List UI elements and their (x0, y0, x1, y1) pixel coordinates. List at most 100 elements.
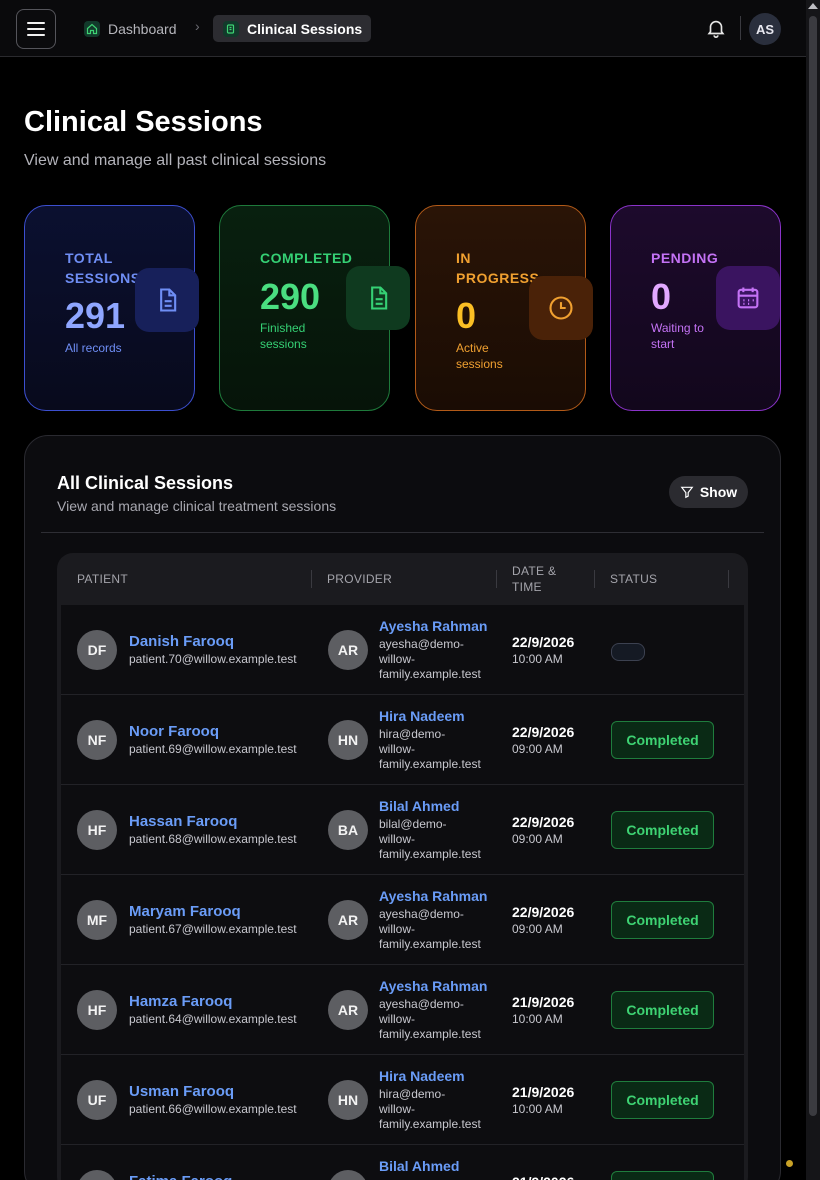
provider-avatar: HN (328, 720, 368, 760)
patient-avatar: FF (77, 1170, 117, 1180)
menu-button[interactable] (16, 9, 56, 49)
breadcrumb-dashboard-label: Dashboard (108, 20, 177, 37)
user-avatar[interactable]: AS (749, 13, 781, 45)
header-status[interactable]: STATUS (610, 553, 657, 605)
header-provider[interactable]: PROVIDER (327, 553, 392, 605)
stat-label: PENDING (651, 250, 719, 266)
stat-card-total[interactable]: TOTAL SESSIONS 291 All records (24, 205, 199, 411)
scrollbar-thumb[interactable] (809, 16, 817, 1116)
session-date: 21/9/2026 (512, 994, 575, 1010)
divider (41, 532, 764, 533)
stat-desc: Waiting to start (651, 321, 704, 351)
stat-label: TOTAL SESSIONS (65, 250, 141, 286)
patient-name-link[interactable]: Hamza Farooq (129, 993, 232, 1010)
session-time: 09:00 AM (512, 922, 563, 936)
home-icon (84, 20, 100, 37)
table-row[interactable]: HF Hassan Farooq patient.68@willow.examp… (61, 785, 744, 875)
breadcrumb-current[interactable]: Clinical Sessions (213, 15, 372, 42)
status-badge-empty[interactable] (611, 643, 645, 661)
scroll-up-arrow-icon[interactable] (808, 3, 818, 9)
stat-desc: Finished sessions (260, 321, 307, 351)
patient-avatar: NF (77, 720, 117, 760)
stat-card-pending[interactable]: PENDING 0 Waiting to start (610, 205, 781, 411)
provider-name-link[interactable]: Bilal Ahmed (379, 1158, 459, 1174)
provider-avatar: AR (328, 900, 368, 940)
menu-icon-line (27, 28, 45, 30)
table-row[interactable]: NF Noor Farooq patient.69@willow.example… (61, 695, 744, 785)
patient-email: patient.69@willow.example.test (129, 742, 297, 756)
session-date: 22/9/2026 (512, 724, 575, 740)
clock-icon (529, 276, 593, 340)
patient-avatar: HF (77, 990, 117, 1030)
provider-name-link[interactable]: Bilal Ahmed (379, 798, 459, 814)
patient-email: patient.70@willow.example.test (129, 652, 297, 666)
provider-name-link[interactable]: Hira Nadeem (379, 1068, 465, 1084)
stat-label: IN PROGRESS (456, 250, 540, 286)
provider-email: bilal@demo- willow- family.example.test (379, 817, 481, 861)
column-divider (594, 570, 595, 588)
session-date: 22/9/2026 (512, 634, 575, 650)
divider (740, 16, 741, 40)
table-row[interactable]: HF Hamza Farooq patient.64@willow.exampl… (61, 965, 744, 1055)
stat-value: 290 (260, 276, 321, 317)
stat-card-completed[interactable]: COMPLETED 290 Finished sessions (219, 205, 410, 411)
stat-desc: All records (65, 341, 122, 355)
provider-avatar: BA (328, 1170, 368, 1180)
provider-avatar: HN (328, 1080, 368, 1120)
status-badge[interactable]: Completed (611, 1171, 714, 1180)
provider-email: ayesha@demo- willow- family.example.test (379, 637, 481, 681)
status-badge[interactable]: Completed (611, 991, 714, 1029)
stat-desc: Active sessions (456, 341, 503, 371)
status-badge[interactable]: Completed (611, 901, 714, 939)
provider-name-link[interactable]: Ayesha Rahman (379, 978, 487, 994)
header-patient[interactable]: PATIENT (77, 553, 128, 605)
stat-card-in-progress[interactable]: IN PROGRESS 0 Active sessions (415, 205, 593, 411)
patient-avatar: DF (77, 630, 117, 670)
status-dot (786, 1160, 793, 1167)
filter-icon (680, 486, 694, 499)
provider-name-link[interactable]: Ayesha Rahman (379, 618, 487, 634)
column-divider (728, 570, 729, 588)
provider-name-link[interactable]: Ayesha Rahman (379, 888, 487, 904)
session-date: 22/9/2026 (512, 814, 575, 830)
column-divider (496, 570, 497, 588)
provider-avatar: AR (328, 990, 368, 1030)
status-badge[interactable]: Completed (611, 811, 714, 849)
patient-email: patient.68@willow.example.test (129, 832, 297, 846)
bell-icon[interactable] (705, 17, 727, 39)
session-time: 09:00 AM (512, 832, 563, 846)
status-badge[interactable]: Completed (611, 721, 714, 759)
clinical-icon (223, 20, 239, 37)
page-title: Clinical Sessions (24, 106, 263, 138)
patient-avatar: MF (77, 900, 117, 940)
patient-name-link[interactable]: Usman Farooq (129, 1083, 234, 1100)
patient-name-link[interactable]: Danish Farooq (129, 633, 234, 650)
provider-name-link[interactable]: Hira Nadeem (379, 708, 465, 724)
provider-email: hira@demo- willow- family.example.test (379, 1087, 481, 1131)
show-filter-button[interactable]: Show (669, 476, 748, 508)
calendar-icon (716, 266, 780, 330)
chevron-right-icon: › (195, 18, 200, 34)
patient-name-link[interactable]: Hassan Farooq (129, 813, 237, 830)
menu-icon-line (27, 34, 45, 36)
stat-value: 291 (65, 295, 126, 336)
patient-email: patient.67@willow.example.test (129, 922, 297, 936)
provider-avatar: AR (328, 630, 368, 670)
table-row[interactable]: DF Danish Farooq patient.70@willow.examp… (61, 605, 744, 695)
top-bar: Dashboard › Clinical Sessions AS (0, 0, 806, 57)
breadcrumb-dashboard[interactable]: Dashboard (80, 15, 181, 42)
panel-title: All Clinical Sessions (57, 473, 234, 493)
table-row[interactable]: MF Maryam Farooq patient.67@willow.examp… (61, 875, 744, 965)
patient-email: patient.64@willow.example.test (129, 1012, 297, 1026)
breadcrumb-current-label: Clinical Sessions (247, 20, 363, 37)
header-datetime[interactable]: DATE & TIME (512, 553, 556, 605)
patient-name-link[interactable]: Maryam Farooq (129, 903, 241, 920)
patient-name-link[interactable]: Fatima Farooq (129, 1173, 232, 1180)
patient-avatar: UF (77, 1080, 117, 1120)
provider-avatar: BA (328, 810, 368, 850)
status-badge[interactable]: Completed (611, 1081, 714, 1119)
patient-name-link[interactable]: Noor Farooq (129, 723, 219, 740)
menu-icon-line (27, 22, 45, 24)
table-row[interactable]: UF Usman Farooq patient.66@willow.exampl… (61, 1055, 744, 1145)
table-row[interactable]: FF Fatima Farooq BA Bilal Ahmed 21/9/202… (61, 1145, 744, 1180)
